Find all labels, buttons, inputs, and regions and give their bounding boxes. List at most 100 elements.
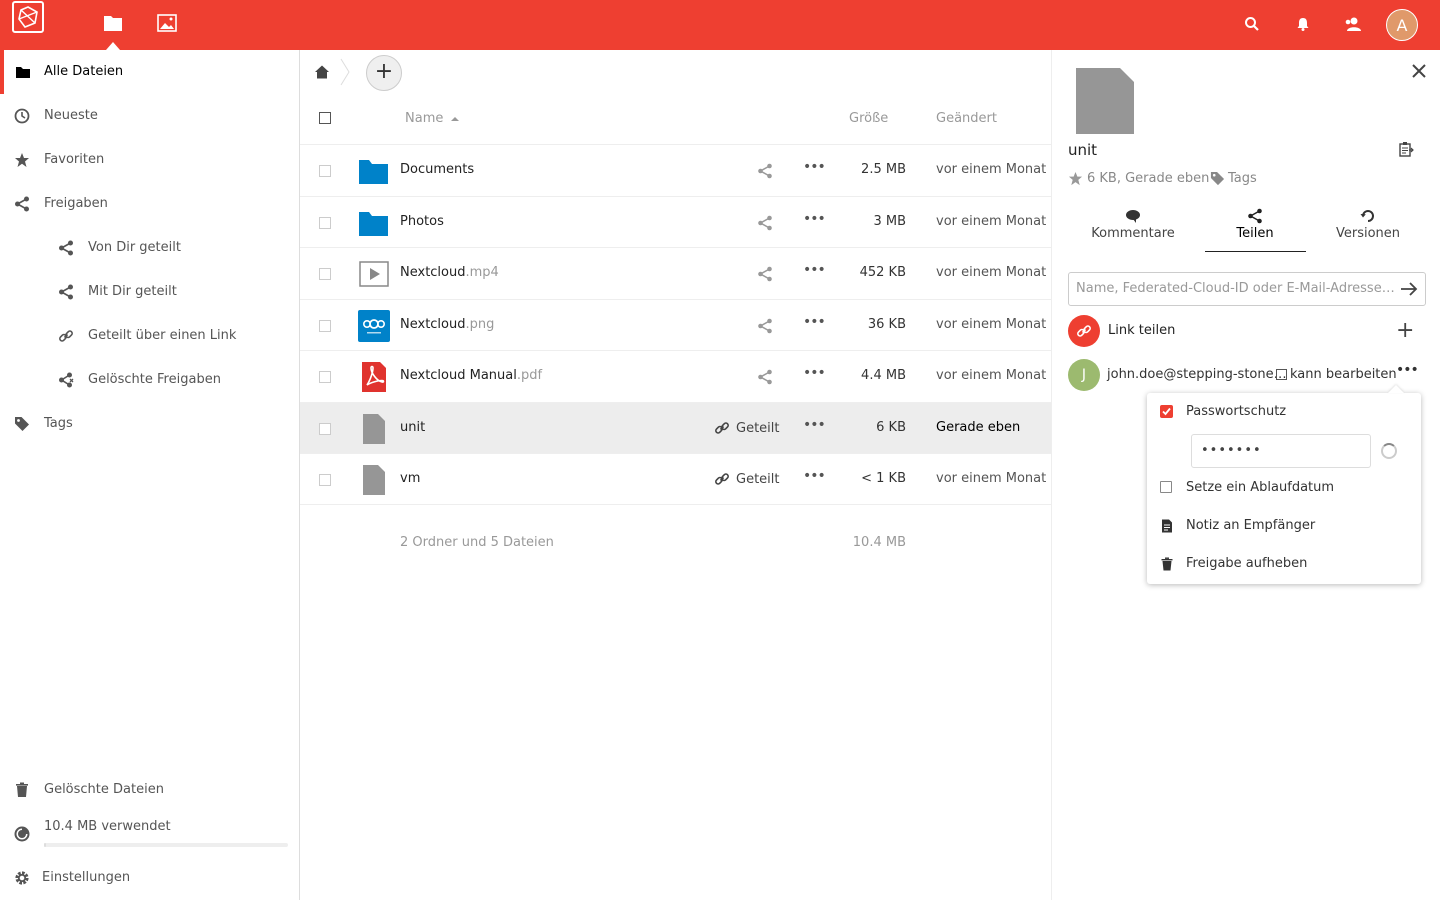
tab-sharing[interactable]: Teilen (1205, 208, 1305, 241)
file-row-unit[interactable]: unit Geteilt ••• 6 KB Gerade eben (300, 402, 1051, 454)
can-edit-checkbox[interactable] (1276, 369, 1287, 380)
search-icon[interactable] (1244, 16, 1262, 34)
link-icon (715, 473, 729, 485)
add-new-button[interactable]: + (366, 55, 402, 91)
expiry-date-option[interactable]: Setze ein Ablaufdatum (1147, 469, 1421, 507)
column-header-modified[interactable]: Geändert (936, 111, 997, 126)
folder-icon (16, 67, 30, 78)
active-tab-underline (1205, 251, 1306, 252)
gallery-app-icon[interactable] (157, 14, 179, 36)
sidebar-item-favorites[interactable]: Favoriten (0, 138, 299, 182)
file-row-nextcloud-mp4[interactable]: Nextcloud.mp4 ••• 452 KB vor einem Monat (300, 247, 1051, 299)
history-icon (1360, 210, 1374, 222)
more-actions-icon[interactable]: ••• (803, 211, 826, 227)
share-icon[interactable] (757, 266, 773, 282)
generic-file-icon (363, 465, 385, 495)
quota-text: 10.4 MB verwendet (44, 819, 171, 834)
file-row-nextcloud-png[interactable]: Nextcloud.png ••• 36 KB vor einem Monat (300, 299, 1051, 351)
note-to-recipient-option[interactable]: Notiz an Empfänger (1147, 507, 1421, 545)
add-link-share-button[interactable]: + (1396, 318, 1414, 343)
sidebar-settings[interactable]: Einstellungen (0, 856, 299, 900)
files-app-icon[interactable] (103, 14, 125, 36)
file-modified: vor einem Monat (936, 214, 1047, 229)
tab-versions[interactable]: Versionen (1318, 208, 1418, 241)
share-options-popover: Passwortschutz ••••••• Setze ein Ablaufd… (1147, 385, 1421, 584)
sidebar-item-recent[interactable]: Neueste (0, 94, 299, 138)
row-checkbox[interactable] (319, 423, 331, 435)
more-actions-icon[interactable]: ••• (803, 417, 826, 433)
sidebar-item-shares[interactable]: Freigaben (0, 182, 299, 226)
row-checkbox[interactable] (319, 268, 331, 280)
file-row-vm[interactable]: vm Geteilt ••• < 1 KB vor einem Monat (300, 453, 1051, 505)
close-icon[interactable] (1412, 64, 1426, 78)
tag-icon (1210, 171, 1225, 186)
share-icon (15, 196, 29, 212)
share-with-input[interactable]: Name, Federated-Cloud-ID oder E-Mail-Adr… (1068, 272, 1426, 306)
row-checkbox[interactable] (319, 474, 331, 486)
link-icon (59, 330, 73, 342)
shared-link-indicator[interactable]: Geteilt (714, 420, 780, 436)
share-icon[interactable] (757, 318, 773, 334)
share-icon[interactable] (757, 163, 773, 179)
file-row-documents[interactable]: Documents ••• 2.5 MB vor einem Monat (300, 144, 1051, 196)
password-input[interactable]: ••••••• (1191, 434, 1371, 468)
submit-arrow-icon[interactable] (1400, 281, 1418, 297)
details-tags-button[interactable]: Tags (1210, 171, 1257, 186)
loading-spinner-icon (1381, 443, 1397, 459)
more-actions-icon[interactable]: ••• (803, 365, 826, 381)
breadcrumb-separator-icon (340, 58, 350, 86)
file-modified: vor einem Monat (936, 471, 1047, 486)
shared-link-indicator[interactable]: Geteilt (714, 471, 780, 487)
file-size: 2.5 MB (861, 162, 906, 177)
more-actions-icon[interactable]: ••• (803, 314, 826, 330)
file-name: Nextcloud Manual.pdf (400, 368, 543, 383)
sidebar-item-shared-with-you[interactable]: Mit Dir geteilt (0, 270, 299, 314)
details-meta: 6 KB, Gerade eben (1068, 171, 1209, 186)
link-share-label: Link teilen (1108, 323, 1176, 338)
expiry-checkbox[interactable] (1160, 481, 1172, 493)
more-actions-icon[interactable]: ••• (803, 468, 826, 484)
link-share-avatar (1068, 315, 1100, 347)
password-protect-option[interactable]: Passwortschutz (1147, 393, 1421, 431)
file-row-nextcloud-manual-pdf[interactable]: Nextcloud Manual.pdf ••• 4.4 MB vor eine… (300, 350, 1051, 402)
row-checkbox[interactable] (319, 320, 331, 332)
sidebar-item-shared-by-you[interactable]: Von Dir geteilt (0, 226, 299, 270)
tag-icon (15, 417, 29, 431)
file-row-photos[interactable]: Photos ••• 3 MB vor einem Monat (300, 196, 1051, 248)
row-checkbox[interactable] (319, 217, 331, 229)
star-icon[interactable] (1068, 171, 1083, 186)
more-actions-icon[interactable]: ••• (803, 159, 826, 175)
share-icon[interactable] (757, 369, 773, 385)
sidebar-item-deleted-shares[interactable]: Gelöschte Freigaben (0, 358, 299, 402)
quota-progress-fill (44, 843, 46, 847)
note-icon (1162, 519, 1172, 533)
sidebar-item-tags[interactable]: Tags (0, 402, 299, 446)
copy-permalink-icon[interactable] (1398, 141, 1414, 157)
nextcloud-logo[interactable] (12, 1, 44, 33)
column-header-name[interactable]: Name (405, 111, 443, 126)
share-more-actions-icon[interactable]: ••• (1396, 362, 1419, 378)
sidebar-item-label: Geteilt über einen Link (88, 328, 237, 343)
gear-icon (15, 871, 29, 885)
unshare-option[interactable]: Freigabe aufheben (1147, 545, 1421, 583)
row-checkbox[interactable] (319, 371, 331, 383)
tab-comments[interactable]: Kommentare (1083, 208, 1183, 241)
column-header-size[interactable]: Größe (849, 111, 888, 126)
share-icon (59, 240, 73, 256)
can-edit-label: kann bearbeiten (1290, 367, 1397, 382)
sidebar-item-deleted-files[interactable]: Gelöschte Dateien (0, 768, 299, 812)
user-avatar[interactable]: A (1386, 9, 1418, 41)
password-checkbox-checked[interactable] (1160, 405, 1173, 418)
row-checkbox[interactable] (319, 165, 331, 177)
sidebar-item-label: Einstellungen (42, 870, 131, 885)
select-all-checkbox[interactable] (319, 112, 331, 124)
sidebar-item-shared-by-link[interactable]: Geteilt über einen Link (0, 314, 299, 358)
home-icon[interactable] (314, 64, 330, 80)
file-size: 36 KB (867, 317, 906, 332)
more-actions-icon[interactable]: ••• (803, 262, 826, 278)
share-icon[interactable] (757, 215, 773, 231)
notifications-bell-icon[interactable] (1295, 16, 1313, 34)
sidebar-item-all-files[interactable]: Alle Dateien (0, 50, 299, 94)
sidebar-item-label: Neueste (44, 108, 98, 123)
contacts-icon[interactable] (1344, 16, 1362, 34)
